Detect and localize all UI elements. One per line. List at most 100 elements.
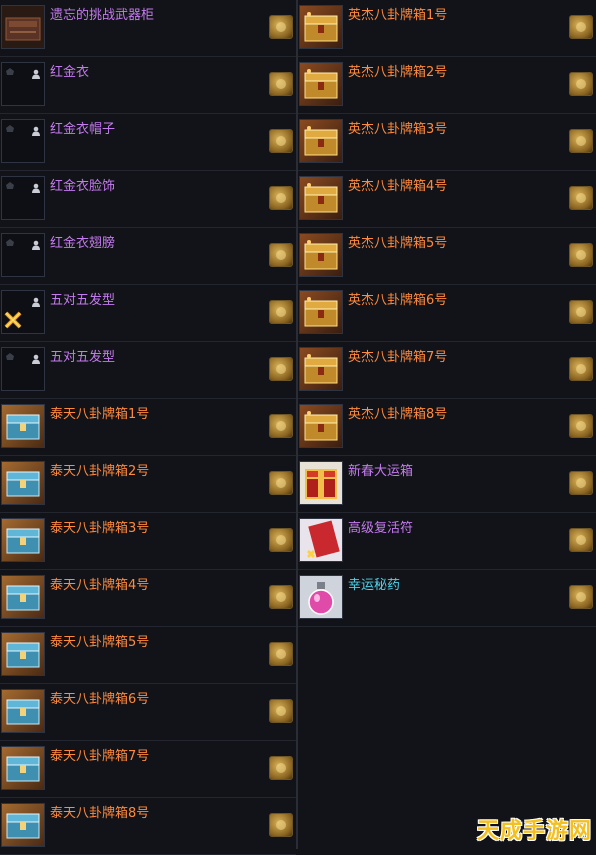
right-item-row[interactable]: 英杰八卦牌箱6号 (298, 285, 596, 342)
left-item-row[interactable]: 五对五发型 (0, 285, 296, 342)
gold-coin-icon[interactable] (569, 72, 593, 96)
right-item-list: 英杰八卦牌箱1号英杰八卦牌箱2号 英杰八卦牌箱3号 英杰八卦牌箱4号 英杰八卦牌箱5号… (298, 0, 596, 849)
gold-coin-icon[interactable] (569, 15, 593, 39)
left-item-row[interactable]: 红金衣帽子 (0, 114, 296, 171)
item-name: 泰天八卦牌箱4号 (50, 578, 150, 593)
person-icon (31, 235, 41, 250)
revive-talisman-icon[interactable] (299, 518, 343, 562)
gold-coin-icon[interactable] (269, 72, 293, 96)
gold-coin-icon[interactable] (569, 357, 593, 381)
item-name: 幸运秘药 (348, 578, 401, 593)
blue-chest-icon[interactable] (1, 404, 45, 448)
right-item-row[interactable]: 高级复活符 (298, 513, 596, 570)
right-item-row[interactable]: 英杰八卦牌箱5号 (298, 228, 596, 285)
right-item-row[interactable]: 英杰八卦牌箱1号 (298, 0, 596, 57)
item-name: 泰天八卦牌箱7号 (50, 749, 150, 764)
blue-chest-icon[interactable] (1, 803, 45, 847)
weapon-cabinet-icon[interactable] (1, 5, 45, 49)
item-name: 红金衣 (50, 65, 90, 80)
item-name: 高级复活符 (348, 521, 414, 536)
item-name: 红金衣脸饰 (50, 179, 116, 194)
item-name: 泰天八卦牌箱2号 (50, 464, 150, 479)
left-item-row[interactable]: 红金衣 (0, 57, 296, 114)
gold-coin-icon[interactable] (569, 471, 593, 495)
blue-chest-icon[interactable] (1, 461, 45, 505)
item-name: 新春大运箱 (348, 464, 414, 479)
blue-chest-icon[interactable] (1, 689, 45, 733)
right-item-row[interactable]: 英杰八卦牌箱2号 (298, 57, 596, 114)
gold-coin-icon[interactable] (269, 585, 293, 609)
gold-chest-icon[interactable] (299, 404, 343, 448)
person-icon (31, 121, 41, 136)
gold-coin-icon[interactable] (269, 414, 293, 438)
gold-coin-icon[interactable] (569, 129, 593, 153)
left-item-row[interactable]: 泰天八卦牌箱2号 (0, 456, 296, 513)
right-item-row[interactable]: 幸运秘药 (298, 570, 596, 627)
gold-coin-icon[interactable] (569, 585, 593, 609)
item-name: 遗忘的挑战武器柜 (50, 8, 155, 23)
gold-coin-icon[interactable] (269, 186, 293, 210)
gold-chest-icon[interactable] (299, 62, 343, 106)
left-item-row[interactable]: 泰天八卦牌箱5号 (0, 627, 296, 684)
gold-coin-icon[interactable] (269, 243, 293, 267)
gold-coin-icon[interactable] (269, 471, 293, 495)
gold-coin-icon[interactable] (269, 15, 293, 39)
person-icon (31, 292, 41, 307)
gold-coin-icon[interactable] (569, 243, 593, 267)
left-item-row[interactable]: 红金衣翅膀 (0, 228, 296, 285)
left-item-row[interactable]: 泰天八卦牌箱3号 (0, 513, 296, 570)
right-item-row[interactable]: 英杰八卦牌箱3号 (298, 114, 596, 171)
potion-icon[interactable] (299, 575, 343, 619)
left-item-row[interactable]: 泰天八卦牌箱6号 (0, 684, 296, 741)
site-watermark: 天成手游网 (476, 819, 592, 844)
gold-chest-icon[interactable] (299, 347, 343, 391)
gold-coin-icon[interactable] (269, 357, 293, 381)
left-item-row[interactable]: 泰天八卦牌箱4号 (0, 570, 296, 627)
item-name: 泰天八卦牌箱6号 (50, 692, 150, 707)
item-name: 红金衣帽子 (50, 122, 116, 137)
blue-chest-icon[interactable] (1, 518, 45, 562)
item-name: 英杰八卦牌箱7号 (348, 350, 448, 365)
item-name: 英杰八卦牌箱2号 (348, 65, 448, 80)
left-item-row[interactable]: 泰天八卦牌箱8号 (0, 798, 296, 855)
gold-coin-icon[interactable] (269, 300, 293, 324)
gold-coin-icon[interactable] (269, 699, 293, 723)
right-item-row[interactable]: 新春大运箱 (298, 456, 596, 513)
left-item-row[interactable]: 红金衣脸饰 (0, 171, 296, 228)
gold-chest-icon[interactable] (299, 176, 343, 220)
item-name: 泰天八卦牌箱8号 (50, 806, 150, 821)
gold-chest-icon[interactable] (299, 119, 343, 163)
blue-chest-icon[interactable] (1, 632, 45, 676)
gold-coin-icon[interactable] (269, 642, 293, 666)
item-name: 泰天八卦牌箱3号 (50, 521, 150, 536)
left-item-row[interactable]: 泰天八卦牌箱7号 (0, 741, 296, 798)
blue-chest-icon[interactable] (1, 746, 45, 790)
gold-coin-icon[interactable] (569, 186, 593, 210)
left-item-row[interactable]: 五对五发型 (0, 342, 296, 399)
item-name: 英杰八卦牌箱4号 (348, 179, 448, 194)
item-name: 五对五发型 (50, 350, 116, 365)
item-name: 泰天八卦牌箱1号 (50, 407, 150, 422)
left-item-row[interactable]: 遗忘的挑战武器柜 (0, 0, 296, 57)
gold-chest-icon[interactable] (299, 233, 343, 277)
gold-chest-icon[interactable] (299, 290, 343, 334)
gold-coin-icon[interactable] (269, 813, 293, 837)
gold-coin-icon[interactable] (569, 414, 593, 438)
item-name: 英杰八卦牌箱3号 (348, 122, 448, 137)
right-item-row[interactable]: 英杰八卦牌箱7号 (298, 342, 596, 399)
right-item-row[interactable]: 英杰八卦牌箱8号 (298, 399, 596, 456)
item-name: 红金衣翅膀 (50, 236, 116, 251)
right-item-row[interactable]: 英杰八卦牌箱4号 (298, 171, 596, 228)
blue-chest-icon[interactable] (1, 575, 45, 619)
gold-chest-icon[interactable] (299, 5, 343, 49)
item-name: 英杰八卦牌箱5号 (348, 236, 448, 251)
item-name: 五对五发型 (50, 293, 116, 308)
left-item-row[interactable]: 泰天八卦牌箱1号 (0, 399, 296, 456)
gold-coin-icon[interactable] (569, 528, 593, 552)
gold-coin-icon[interactable] (269, 129, 293, 153)
gold-coin-icon[interactable] (269, 528, 293, 552)
left-item-list: 遗忘的挑战武器柜 红金衣 红金衣帽子 红金衣脸饰 红金衣翅膀 五对五发型 五对五发型 泰天八卦… (0, 0, 296, 855)
gold-coin-icon[interactable] (269, 756, 293, 780)
gold-coin-icon[interactable] (569, 300, 593, 324)
lucky-box-icon[interactable] (299, 461, 343, 505)
